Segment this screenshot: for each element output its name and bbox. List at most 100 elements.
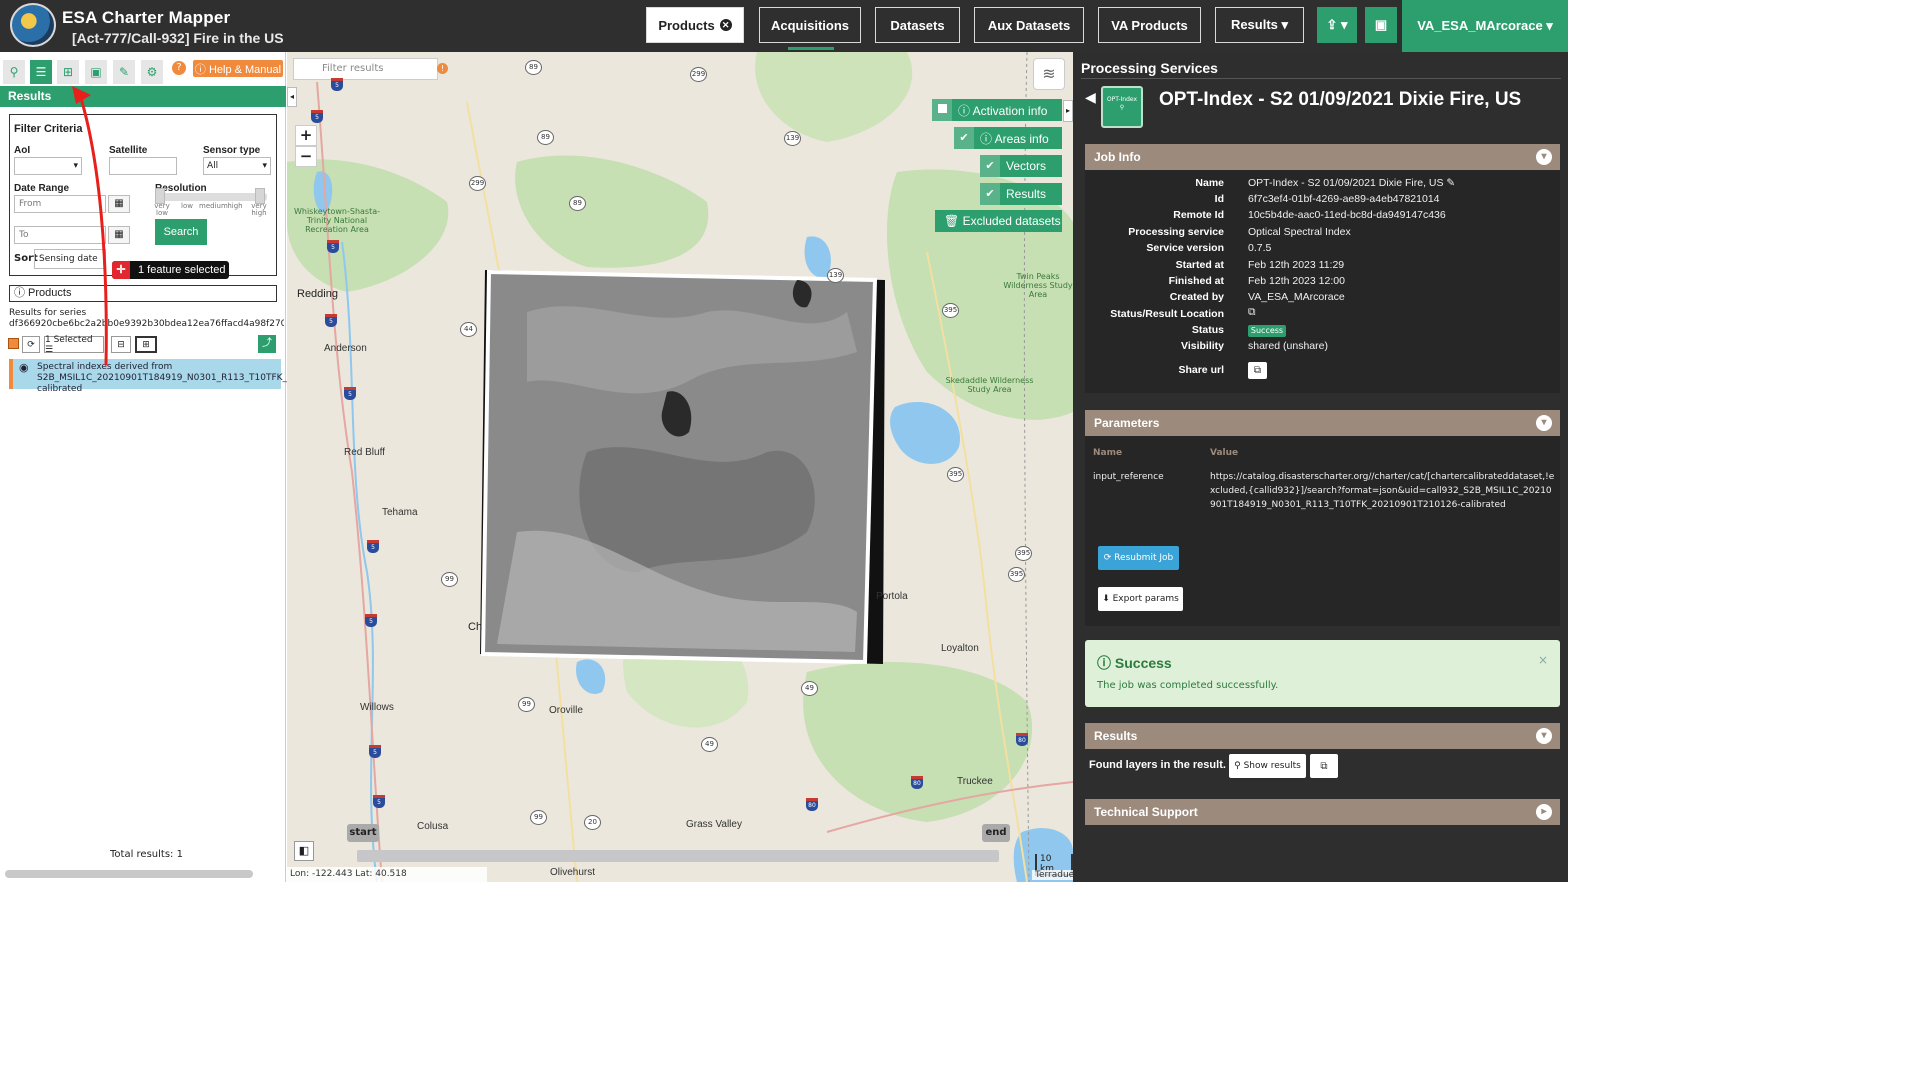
nav-products-tab[interactable]: Products ✕ [646, 7, 744, 43]
check-icon[interactable]: ✔ [980, 155, 1000, 177]
refresh-icon[interactable]: ⟳ [22, 336, 40, 353]
show-results-button[interactable]: ⚲ Show results [1229, 754, 1306, 778]
job-info-title: Job Info [1094, 150, 1141, 164]
check-icon[interactable]: ✔ [980, 183, 1000, 205]
upload-dropdown-button[interactable]: ⇪ ▾ [1317, 7, 1357, 43]
town-label: Redding [297, 288, 338, 300]
route-shield-139: 139 [827, 268, 844, 283]
help-manual-button[interactable]: ⓘ Help & Manual [193, 60, 283, 77]
chevron-down-icon[interactable]: ▾ [1536, 728, 1552, 744]
job-value: 0.7.5 [1248, 242, 1272, 254]
briefcase-icon[interactable]: ▣ [1365, 7, 1397, 43]
date-to-input[interactable]: To [14, 226, 106, 244]
aoi-label: AoI [14, 145, 31, 156]
gear-icon[interactable]: ⚙ [141, 60, 163, 84]
resolution-slider[interactable] [155, 188, 267, 204]
check-icon[interactable]: ✔ [954, 127, 974, 149]
nav-acquisitions-tab[interactable]: Acquisitions [759, 7, 861, 43]
app-title: ESA Charter Mapper [62, 8, 231, 27]
result-list-item[interactable]: ◉ Spectral indexes derived from S2B_MSIL… [9, 359, 376, 394]
calendar-icon[interactable]: ▦ [108, 226, 130, 244]
zoom-in-button[interactable]: + [295, 125, 317, 146]
aoi-select[interactable]: ▾ [14, 157, 82, 175]
param-value: https://catalog.disasterscharter.org//ch… [1210, 472, 1555, 510]
search-icon[interactable]: ⚲ [3, 60, 25, 84]
layers-icon[interactable]: ≋ [1033, 58, 1065, 90]
calendar-icon[interactable]: ▦ [108, 195, 130, 213]
results-toggle[interactable]: ✔ Results [980, 183, 1062, 205]
job-key: Id [1214, 193, 1224, 205]
areas-info-toggle[interactable]: ✔ ⓘ Areas info [954, 127, 1062, 149]
checkbox-icon[interactable] [932, 99, 952, 121]
date-range-label: Date Range [14, 183, 70, 194]
town-label: Oroville [549, 705, 583, 716]
active-tab-indicator [788, 47, 834, 50]
back-arrow-icon[interactable]: ◀ [1085, 90, 1096, 106]
sensor-type-select[interactable]: All ▾ [203, 157, 271, 175]
archive-icon[interactable]: ▣ [85, 60, 107, 84]
sort-select[interactable]: Sensing date [34, 249, 106, 269]
filter-results-input[interactable]: Filter results [293, 58, 438, 80]
pencil-icon[interactable]: ✎ [113, 60, 135, 84]
series-id: df366920cbe6bc2a2bb0e9392b30bdea12ea76ff… [9, 319, 284, 329]
chevron-right-icon[interactable]: ▸ [1536, 804, 1552, 820]
feature-selected-tag[interactable]: ✛ 1 feature selected [112, 261, 229, 279]
parameters-header[interactable]: Parameters ▾ [1085, 410, 1560, 436]
external-link-icon[interactable]: ⧉ [1248, 306, 1256, 319]
esa-charter-logo-icon[interactable] [10, 3, 56, 47]
close-icon[interactable]: ✕ [719, 19, 732, 31]
question-icon[interactable]: ? [172, 61, 186, 75]
excluded-datasets-button[interactable]: 🗑 Excluded datasets [935, 210, 1062, 232]
route-shield-89: 89 [537, 130, 554, 145]
close-icon[interactable]: × [1538, 653, 1548, 667]
map-view[interactable]: ◂ ▸ Filter results ! + − ≋ ⓘ Activation … [287, 52, 1073, 882]
collapse-left-icon[interactable]: ◂ [287, 87, 297, 107]
interstate-shield-5: 5 [325, 314, 337, 327]
chevron-down-icon[interactable]: ▾ [1536, 149, 1552, 165]
export-params-button[interactable]: ⬇ Export params [1098, 587, 1183, 611]
basket-add-icon[interactable]: ⊞ [135, 336, 157, 353]
horizontal-scrollbar[interactable] [5, 870, 253, 878]
user-menu[interactable]: VA_ESA_MArcorace ▾ [1402, 0, 1568, 52]
park-label: Whiskeytown-Shasta-Trinity National Recr… [293, 207, 381, 234]
job-key: Finished at [1168, 275, 1224, 287]
timeline-start-label[interactable]: start [347, 824, 379, 842]
nav-results-dropdown[interactable]: Results ▾ [1215, 7, 1304, 43]
vectors-toggle[interactable]: ✔ Vectors [980, 155, 1062, 177]
forest-area [515, 155, 709, 268]
timeline-end-label[interactable]: end [982, 824, 1010, 842]
divider [1081, 78, 1561, 79]
list-icon[interactable]: ☰ [30, 60, 52, 84]
activation-info-toggle[interactable]: ⓘ Activation info [932, 99, 1062, 121]
results-header[interactable]: Results ▾ [1085, 723, 1560, 749]
copy-icon[interactable]: ⧉ [1310, 754, 1338, 778]
basket-remove-icon[interactable]: ⊟ [111, 336, 131, 353]
visibility-value[interactable]: shared (unshare) [1248, 340, 1328, 352]
nav-va-products-tab[interactable]: VA Products [1098, 7, 1201, 43]
nav-products-label: Products [658, 17, 715, 33]
share-icon[interactable]: ⤴ [258, 335, 276, 353]
job-info-header[interactable]: Job Info ▾ [1085, 144, 1560, 170]
selected-dropdown[interactable]: 1 Selected ☰ [44, 335, 104, 355]
nav-aux-datasets-tab[interactable]: Aux Datasets [974, 7, 1084, 43]
nav-datasets-tab[interactable]: Datasets [875, 7, 960, 43]
zoom-out-button[interactable]: − [295, 146, 317, 167]
forest-area [803, 662, 1033, 822]
chevron-down-icon[interactable]: ▾ [1536, 415, 1552, 431]
copy-icon[interactable]: ⧉ [1248, 362, 1267, 379]
products-header[interactable]: ⓘ Products [9, 285, 277, 302]
timeline-slider[interactable] [357, 850, 999, 862]
job-key: Remote Id [1173, 209, 1224, 221]
resubmit-job-button[interactable]: ⟳ Resubmit Job [1098, 546, 1179, 570]
select-all-checkbox[interactable] [8, 338, 19, 349]
info-icon[interactable]: ! [437, 63, 448, 74]
globe-icon: ◉ [19, 361, 29, 374]
date-from-input[interactable]: From [14, 195, 106, 213]
search-button[interactable]: Search [155, 219, 207, 245]
technical-support-header[interactable]: Technical Support ▸ [1085, 799, 1560, 825]
map-attribution[interactable]: Terradue [1032, 870, 1073, 880]
timeline-toggle-icon[interactable]: ◧ [294, 841, 314, 861]
satellite-input[interactable] [109, 157, 177, 175]
collapse-right-icon[interactable]: ▸ [1063, 100, 1073, 122]
basket-icon[interactable]: ⊞ [57, 60, 79, 84]
